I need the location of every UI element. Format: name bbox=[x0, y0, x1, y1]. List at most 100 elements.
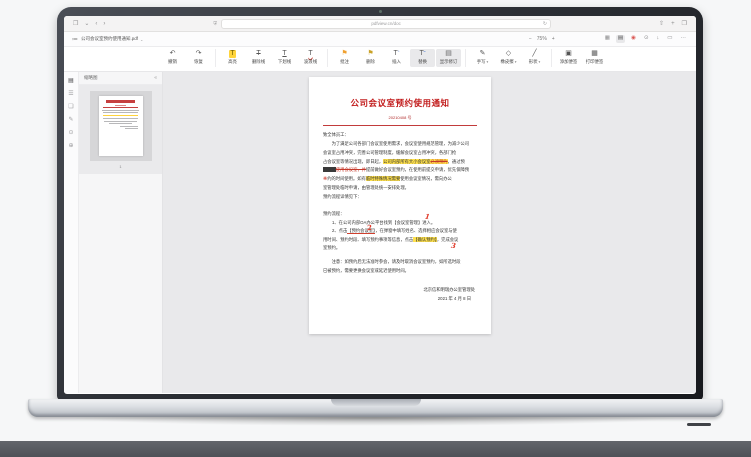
eraser-button[interactable]: ◇橡皮擦▾ bbox=[496, 49, 521, 67]
more-icon[interactable]: ⋯ bbox=[679, 35, 689, 43]
undo-button[interactable]: ↶撤销 bbox=[160, 49, 185, 67]
doc-text-line: 1、在公司内部OA办公平台找到【会议室管理】进入。 bbox=[323, 219, 477, 228]
print-note-icon: ▦ bbox=[591, 50, 598, 58]
download-icon[interactable]: ↓ bbox=[655, 35, 662, 43]
browser-right-icons: ⇧ + ❐ bbox=[658, 21, 688, 27]
chevron-down-icon: ▾ bbox=[539, 60, 541, 64]
pen-icon: ✎ bbox=[480, 50, 486, 58]
thumb-line bbox=[120, 126, 137, 127]
doc-text-line: 为了满足公司各部门会议室使用需求，会议室使用规范管理，为减少公司 bbox=[323, 140, 477, 149]
thumbnail-page-number: 1 bbox=[119, 164, 121, 169]
button-label-row: 橡皮擦▾ bbox=[501, 59, 517, 65]
button-label-row: 批注 bbox=[340, 59, 349, 65]
menu-icon[interactable]: ≔ bbox=[72, 36, 78, 43]
highlighted-text: 【确认预约】 bbox=[413, 237, 437, 242]
button-label: 下划线 bbox=[278, 59, 291, 65]
revisions-doc-icon: ▤ bbox=[445, 50, 452, 58]
button-label: 高亮 bbox=[228, 59, 237, 65]
new-tab-icon[interactable]: + bbox=[670, 21, 676, 27]
button-label-row: 显示修订 bbox=[440, 59, 458, 65]
highlighted-strikethrough-text: 必须预约 bbox=[430, 159, 447, 164]
thumbnail-selection[interactable] bbox=[90, 91, 152, 161]
doc-text-line: 已被预约，需要更换会议室或延迟使用时间。 bbox=[323, 267, 477, 276]
button-label: 波浪线 bbox=[304, 59, 317, 65]
doc-text-line: 占会议室等情况出现，即日起，公司内部所有大小会议室必须预约，通过预 bbox=[323, 158, 477, 167]
handwritten-annotation: 3 bbox=[451, 241, 457, 248]
text-segment: 预约流程详情见下： bbox=[323, 194, 362, 199]
button-label: 手写 bbox=[477, 59, 486, 65]
screen: ❐ ⌄ ‹ › ⛨ pdfview.cn/doc ↻ ⇧ + ❐ ≔ 公司会议室预约使用通… bbox=[64, 16, 696, 394]
thumbnail-panel-header: 缩略图 « bbox=[79, 72, 162, 85]
forward-icon[interactable]: › bbox=[102, 21, 106, 27]
strikethrough-button[interactable]: T删除线 bbox=[246, 49, 271, 67]
process-heading: 预约流程： bbox=[323, 211, 477, 217]
laptop-base-notch bbox=[331, 399, 421, 406]
zoom-in-button[interactable]: + bbox=[552, 36, 555, 42]
squiggly-button[interactable]: T波浪线 bbox=[298, 49, 323, 67]
address-bar[interactable]: pdfview.cn/doc ↻ bbox=[221, 19, 551, 29]
browser-toolbar: ❐ ⌄ ‹ › ⛨ pdfview.cn/doc ↻ ⇧ + ❐ bbox=[64, 16, 696, 32]
delete-markup-button[interactable]: ⚑删除 bbox=[358, 49, 383, 67]
page-thumbnail[interactable] bbox=[99, 96, 143, 156]
toolbar-group: T高亮T删除线T下划线T波浪线 bbox=[216, 49, 328, 67]
document-page: 公司会议室预约使用通知 20210408 号 致全体员工： 为了满足公司各部门会… bbox=[309, 77, 491, 334]
window-icon[interactable]: ▭ bbox=[665, 35, 674, 43]
text-segment: 用时间、预约时段、填写预约事项等信息，点击 bbox=[323, 237, 413, 242]
comment-button[interactable]: ⚑批注 bbox=[332, 49, 357, 67]
search-icon[interactable]: ⊙ bbox=[642, 35, 651, 43]
annotation-icon[interactable]: ✎ bbox=[68, 117, 73, 123]
tabs-overview-icon[interactable]: ❐ bbox=[681, 21, 688, 27]
button-label: 撤销 bbox=[168, 59, 177, 65]
outline-icon[interactable]: ☰ bbox=[68, 91, 73, 97]
button-label-row: 添加便签 bbox=[560, 59, 578, 65]
replace-text-button[interactable]: T替换 bbox=[410, 49, 435, 67]
highlight-button[interactable]: T高亮 bbox=[220, 49, 245, 67]
thumb-line bbox=[106, 100, 136, 103]
reload-icon[interactable]: ↻ bbox=[543, 21, 547, 27]
button-label: 删除 bbox=[366, 59, 375, 65]
grid-view-icon[interactable]: ▦ bbox=[603, 35, 612, 43]
document-title-label: 公司会议室预约使用通知.pdf bbox=[81, 36, 138, 42]
underline-button[interactable]: T下划线 bbox=[272, 49, 297, 67]
share-icon[interactable]: ⇧ bbox=[658, 21, 665, 27]
chevron-down-icon[interactable]: ⌄ bbox=[83, 21, 90, 27]
shapes-button[interactable]: ╱形状▾ bbox=[522, 49, 547, 67]
collapse-panel-icon[interactable]: « bbox=[154, 75, 157, 81]
bookmark-icon[interactable]: ❏ bbox=[68, 104, 73, 110]
back-icon[interactable]: ‹ bbox=[94, 21, 98, 27]
text-segment: 为了满足公司各部门会议室使用需求，会议室使用规范管理，为减少公司 bbox=[323, 141, 469, 146]
text-segment: 注意：如预约后无法准时参会，请及时取消会议室预约，如所选时段 bbox=[323, 259, 461, 264]
insert-text-button[interactable]: T插入 bbox=[384, 49, 409, 67]
zoom-out-button[interactable]: − bbox=[529, 36, 532, 42]
handwrite-button[interactable]: ✎手写▾ bbox=[470, 49, 495, 67]
add-note-button[interactable]: ▣添加便签 bbox=[556, 49, 581, 67]
print-note-button[interactable]: ▦打印便签 bbox=[582, 49, 607, 67]
add-note-icon: ▣ bbox=[565, 50, 572, 58]
page-view-icon[interactable]: ▤ bbox=[616, 35, 625, 43]
chevron-down-icon[interactable]: ⌄ bbox=[140, 37, 143, 42]
show-revisions-button[interactable]: ▤显示修订 bbox=[436, 49, 461, 67]
doc-text-line: 预约流程详情见下： bbox=[323, 193, 477, 202]
attachment-icon[interactable]: ⊕ bbox=[68, 143, 73, 149]
button-label-row: 删除线 bbox=[252, 59, 265, 65]
redo-button[interactable]: ↷恢复 bbox=[186, 49, 211, 67]
replace-icon: T bbox=[420, 50, 426, 58]
insert-caret-icon: T bbox=[394, 50, 400, 58]
search-panel-icon[interactable]: ⊙ bbox=[68, 130, 73, 136]
underline-icon: T bbox=[282, 50, 286, 58]
shield-icon[interactable]: ⛨ bbox=[213, 21, 217, 27]
thumb-line bbox=[104, 121, 137, 122]
thumbnails-icon[interactable]: ▤ bbox=[68, 78, 74, 84]
decor-dash bbox=[687, 423, 711, 426]
button-label-row: 形状▾ bbox=[529, 59, 541, 65]
profile-icon[interactable]: ◉ bbox=[629, 35, 638, 43]
laptop-base bbox=[28, 399, 723, 417]
text-segment: 提前做好会议室预约，在使用前提交申请，优先保障预 bbox=[366, 167, 469, 172]
button-label-row: 恢复 bbox=[194, 59, 203, 65]
thumb-line bbox=[109, 123, 133, 124]
sidebar-icon[interactable]: ❐ bbox=[72, 21, 79, 27]
doc-steps: 1、在公司内部OA办公平台找到【会议室管理】进入。2、点击【预约会议室】，在弹窗… bbox=[323, 219, 477, 253]
thumb-line bbox=[103, 115, 139, 116]
button-label: 显示修订 bbox=[440, 59, 458, 65]
strikethrough-icon: T bbox=[256, 50, 260, 58]
